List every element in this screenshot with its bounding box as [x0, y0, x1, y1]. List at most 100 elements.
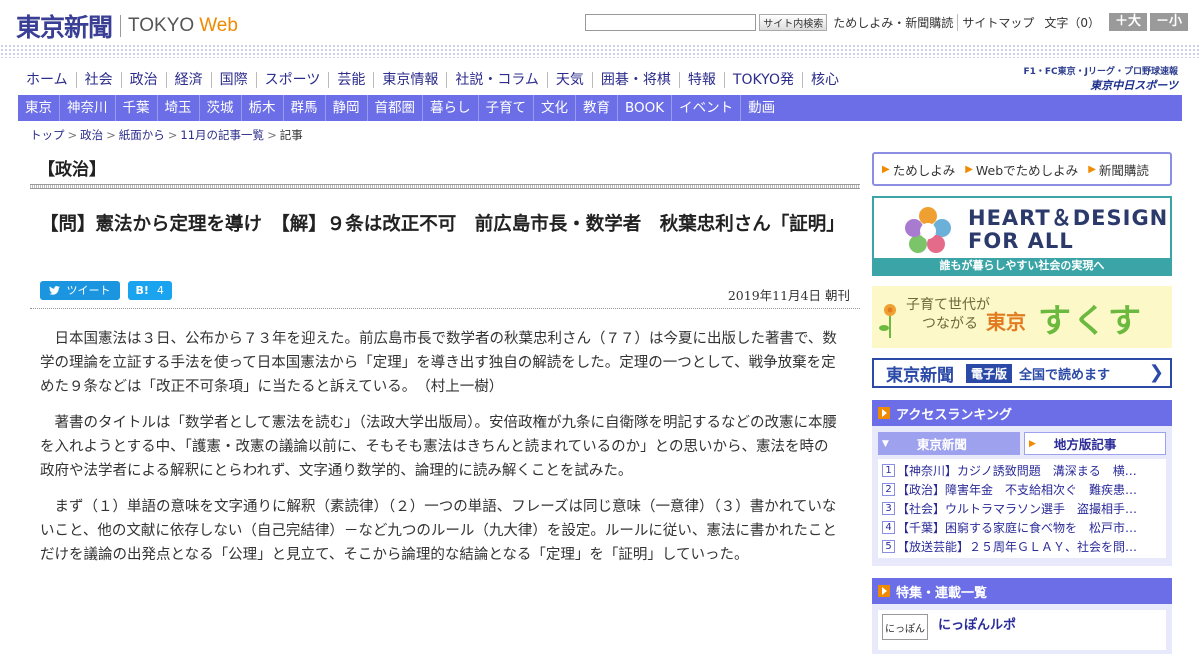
- breadcrumb-politics[interactable]: 政治: [80, 128, 103, 142]
- site-logo[interactable]: 東京新聞 TOKYO Web: [16, 8, 238, 44]
- hatena-bookmark-button[interactable]: B! 4: [127, 281, 172, 300]
- logo-divider: [120, 15, 122, 37]
- logo-text-web: Web: [199, 15, 238, 36]
- ranking-item[interactable]: 4 【千葉】困窮する家庭に食べ物を 松戸市…: [882, 518, 1162, 537]
- heart-banner-title: HEART＆DESIGN: [968, 206, 1169, 230]
- region-item-tochigi[interactable]: 栃木: [240, 95, 283, 121]
- ranking-item[interactable]: 3 【社会】ウルトラマラソン選手 盗撮相手…: [882, 499, 1162, 518]
- sitemap-link[interactable]: サイトマップ: [957, 13, 1038, 31]
- region-item-book[interactable]: BOOK: [617, 95, 671, 121]
- nav-item-go-shogi[interactable]: 囲碁・将棋: [591, 72, 679, 88]
- ranking-item[interactable]: 2 【政治】障害年金 不支給相次ぐ 難疾患…: [882, 480, 1162, 499]
- arrow-right-icon: ▶: [1088, 163, 1096, 175]
- region-item-shizuoka[interactable]: 静岡: [324, 95, 367, 121]
- region-item-video[interactable]: 動画: [740, 95, 782, 121]
- article-paragraph: 著書のタイトルは「数学者として憲法を読む」（法政大学出版局）。安倍政権が九条に自…: [40, 415, 838, 479]
- breadcrumb: トップ > 政治 > 紙面から >11月の記事一覧 > 記事: [30, 127, 303, 143]
- feature-thumbnail: にっぽん: [882, 614, 928, 640]
- web-trial-reading-link[interactable]: ▶ Webでためしよみ: [965, 160, 1078, 179]
- newspaper-subscribe-link[interactable]: ▶ 新聞購読: [1088, 160, 1149, 179]
- nav-item-kakushin[interactable]: 核心: [801, 72, 847, 88]
- site-tools: サイト内検索 ためしよみ・新聞購読 サイトマップ 文字（0） ＋大 －小: [585, 13, 1188, 31]
- nav-item-politics[interactable]: 政治: [120, 72, 166, 88]
- nav-item-weather[interactable]: 天気: [546, 72, 592, 88]
- nav-item-sports[interactable]: スポーツ: [255, 72, 329, 88]
- ranking-list: 1 【神奈川】カジノ誘致問題 溝深まる 横… 2 【政治】障害年金 不支給相次ぐ 難…: [878, 459, 1166, 558]
- rank-title: 【神奈川】カジノ誘致問題 溝深まる 横…: [897, 464, 1137, 478]
- sports-banner-title: 東京中日スポーツ: [1090, 79, 1178, 92]
- region-item-tokyo[interactable]: 東京: [18, 95, 59, 121]
- section-title: 【政治】: [38, 160, 106, 180]
- e-paper-newspaper: 東京新聞: [886, 365, 954, 386]
- site-search-button[interactable]: サイト内検索: [759, 13, 828, 31]
- region-item-event[interactable]: イベント: [671, 95, 740, 121]
- rank-number: 5: [882, 540, 895, 553]
- nav-item-international[interactable]: 国際: [210, 72, 256, 88]
- heart-banner-subtitle: FOR ALL: [968, 229, 1074, 253]
- sub-link-label: 新聞購読: [1098, 162, 1149, 178]
- nav-item-tokyo-hatsu[interactable]: TOKYO発: [723, 72, 802, 88]
- feature-item[interactable]: にっぽん にっぽんルポ: [878, 610, 1166, 650]
- region-item-ibaraki[interactable]: 茨城: [198, 95, 241, 121]
- region-item-living[interactable]: 暮らし: [422, 95, 478, 121]
- breadcrumb-separator: >: [167, 128, 178, 142]
- article-body: 日本国憲法は３日、公布から７３年を迎えた。前広島市長で数学者の秋葉忠利さん（７７…: [40, 327, 842, 579]
- chunichi-sports-banner[interactable]: F1・FC東京・Jリーグ・プロ野球速報 東京中日スポーツ: [1018, 64, 1178, 93]
- sidebar: ▶ ためしよみ ▶ Webでためしよみ ▶ 新聞購読 HEART＆DESIGN FOR…: [872, 152, 1172, 654]
- tab-local-edition[interactable]: ▶ 地方版記事: [1024, 432, 1166, 455]
- hatena-count: 4: [156, 284, 164, 297]
- font-smaller-button[interactable]: －小: [1149, 13, 1188, 31]
- features-title: 特集・連載一覧: [896, 585, 988, 601]
- ranking-header: アクセスランキング: [872, 400, 1172, 426]
- region-item-gunma[interactable]: 群馬: [282, 95, 325, 121]
- font-larger-button[interactable]: ＋大: [1108, 13, 1147, 31]
- ranking-item[interactable]: 1 【神奈川】カジノ誘致問題 溝深まる 横…: [882, 461, 1162, 480]
- ranking-title: アクセスランキング: [896, 407, 1012, 423]
- nav-item-society[interactable]: 社会: [75, 72, 121, 88]
- nav-item-editorial[interactable]: 社説・コラム: [446, 72, 547, 88]
- ranking-item[interactable]: 5 【放送芸能】２５周年ＧＬＡＹ、社会を問…: [882, 537, 1162, 556]
- sub-link-label: Webでためしよみ: [975, 162, 1079, 178]
- tokyo-sukusuku-banner[interactable]: 子育て世代が つながる 東京 すくすく: [872, 286, 1172, 348]
- features-list: にっぽん にっぽんルポ: [872, 604, 1172, 654]
- site-header: 東京新聞 TOKYO Web サイト内検索 ためしよみ・新聞購読 サイトマップ …: [0, 0, 1200, 44]
- tab-label: 地方版記事: [1053, 437, 1117, 452]
- region-item-culture[interactable]: 文化: [533, 95, 575, 121]
- sub-link-label: ためしよみ: [892, 162, 956, 178]
- tweet-label: ツイート: [66, 284, 111, 297]
- tab-tokyo-shimbun[interactable]: ▼ 東京新聞: [878, 432, 1020, 455]
- ranking-tabs: ▼ 東京新聞 ▶ 地方版記事: [878, 432, 1166, 455]
- sukusuku-brand: すくすく: [1038, 301, 1143, 340]
- region-item-parenting[interactable]: 子育て: [477, 95, 534, 121]
- chevron-right-icon: ❯: [1148, 362, 1164, 383]
- subscribe-link[interactable]: ためしよみ・新聞購読: [829, 14, 957, 31]
- nav-item-entertainment[interactable]: 芸能: [328, 72, 373, 88]
- e-paper-banner[interactable]: 東京新聞 電子版 全国で読めます ❯: [872, 358, 1172, 388]
- sukusuku-tokyo: 東京: [986, 310, 1026, 334]
- search-input[interactable]: [585, 13, 757, 31]
- nav-item-tokuho[interactable]: 特報: [678, 72, 724, 88]
- breadcrumb-from-paper[interactable]: 紙面から: [119, 128, 165, 142]
- tweet-button[interactable]: ツイート: [40, 281, 120, 300]
- sports-banner-tagline: F1・FC東京・Jリーグ・プロ野球速報: [1023, 67, 1178, 77]
- trial-reading-link[interactable]: ▶ ためしよみ: [882, 160, 955, 179]
- region-item-saitama[interactable]: 埼玉: [156, 95, 199, 121]
- heart-design-banner[interactable]: HEART＆DESIGN FOR ALL 誰もが暮らしやすい社会の実現へ: [872, 196, 1172, 276]
- breadcrumb-separator: >: [106, 128, 116, 142]
- sukusuku-tagline-2: つながる: [922, 316, 978, 332]
- breadcrumb-month-list[interactable]: 11月の記事一覧: [180, 128, 264, 142]
- nav-item-economy[interactable]: 経済: [165, 72, 211, 88]
- tab-label: 東京新聞: [916, 437, 967, 452]
- rank-number: 2: [882, 483, 895, 496]
- nav-item-tokyo-info[interactable]: 東京情報: [373, 72, 446, 88]
- region-item-shutoken[interactable]: 首都圏: [366, 95, 423, 121]
- breadcrumb-top[interactable]: トップ: [30, 128, 65, 142]
- e-paper-edition-badge: 電子版: [966, 363, 1013, 383]
- nav-item-home[interactable]: ホーム: [18, 72, 76, 88]
- article-paragraph: まず（１）単語の意味を文字通りに解釈（素読律）（２）一つの単語、フレーズは同じ意…: [40, 499, 837, 563]
- region-item-education[interactable]: 教育: [575, 95, 617, 121]
- sukusuku-tagline-1: 子育て世代が: [906, 297, 990, 313]
- region-item-chiba[interactable]: 千葉: [114, 95, 157, 121]
- header-arrow-icon: [878, 407, 890, 419]
- region-item-kanagawa[interactable]: 神奈川: [59, 95, 115, 121]
